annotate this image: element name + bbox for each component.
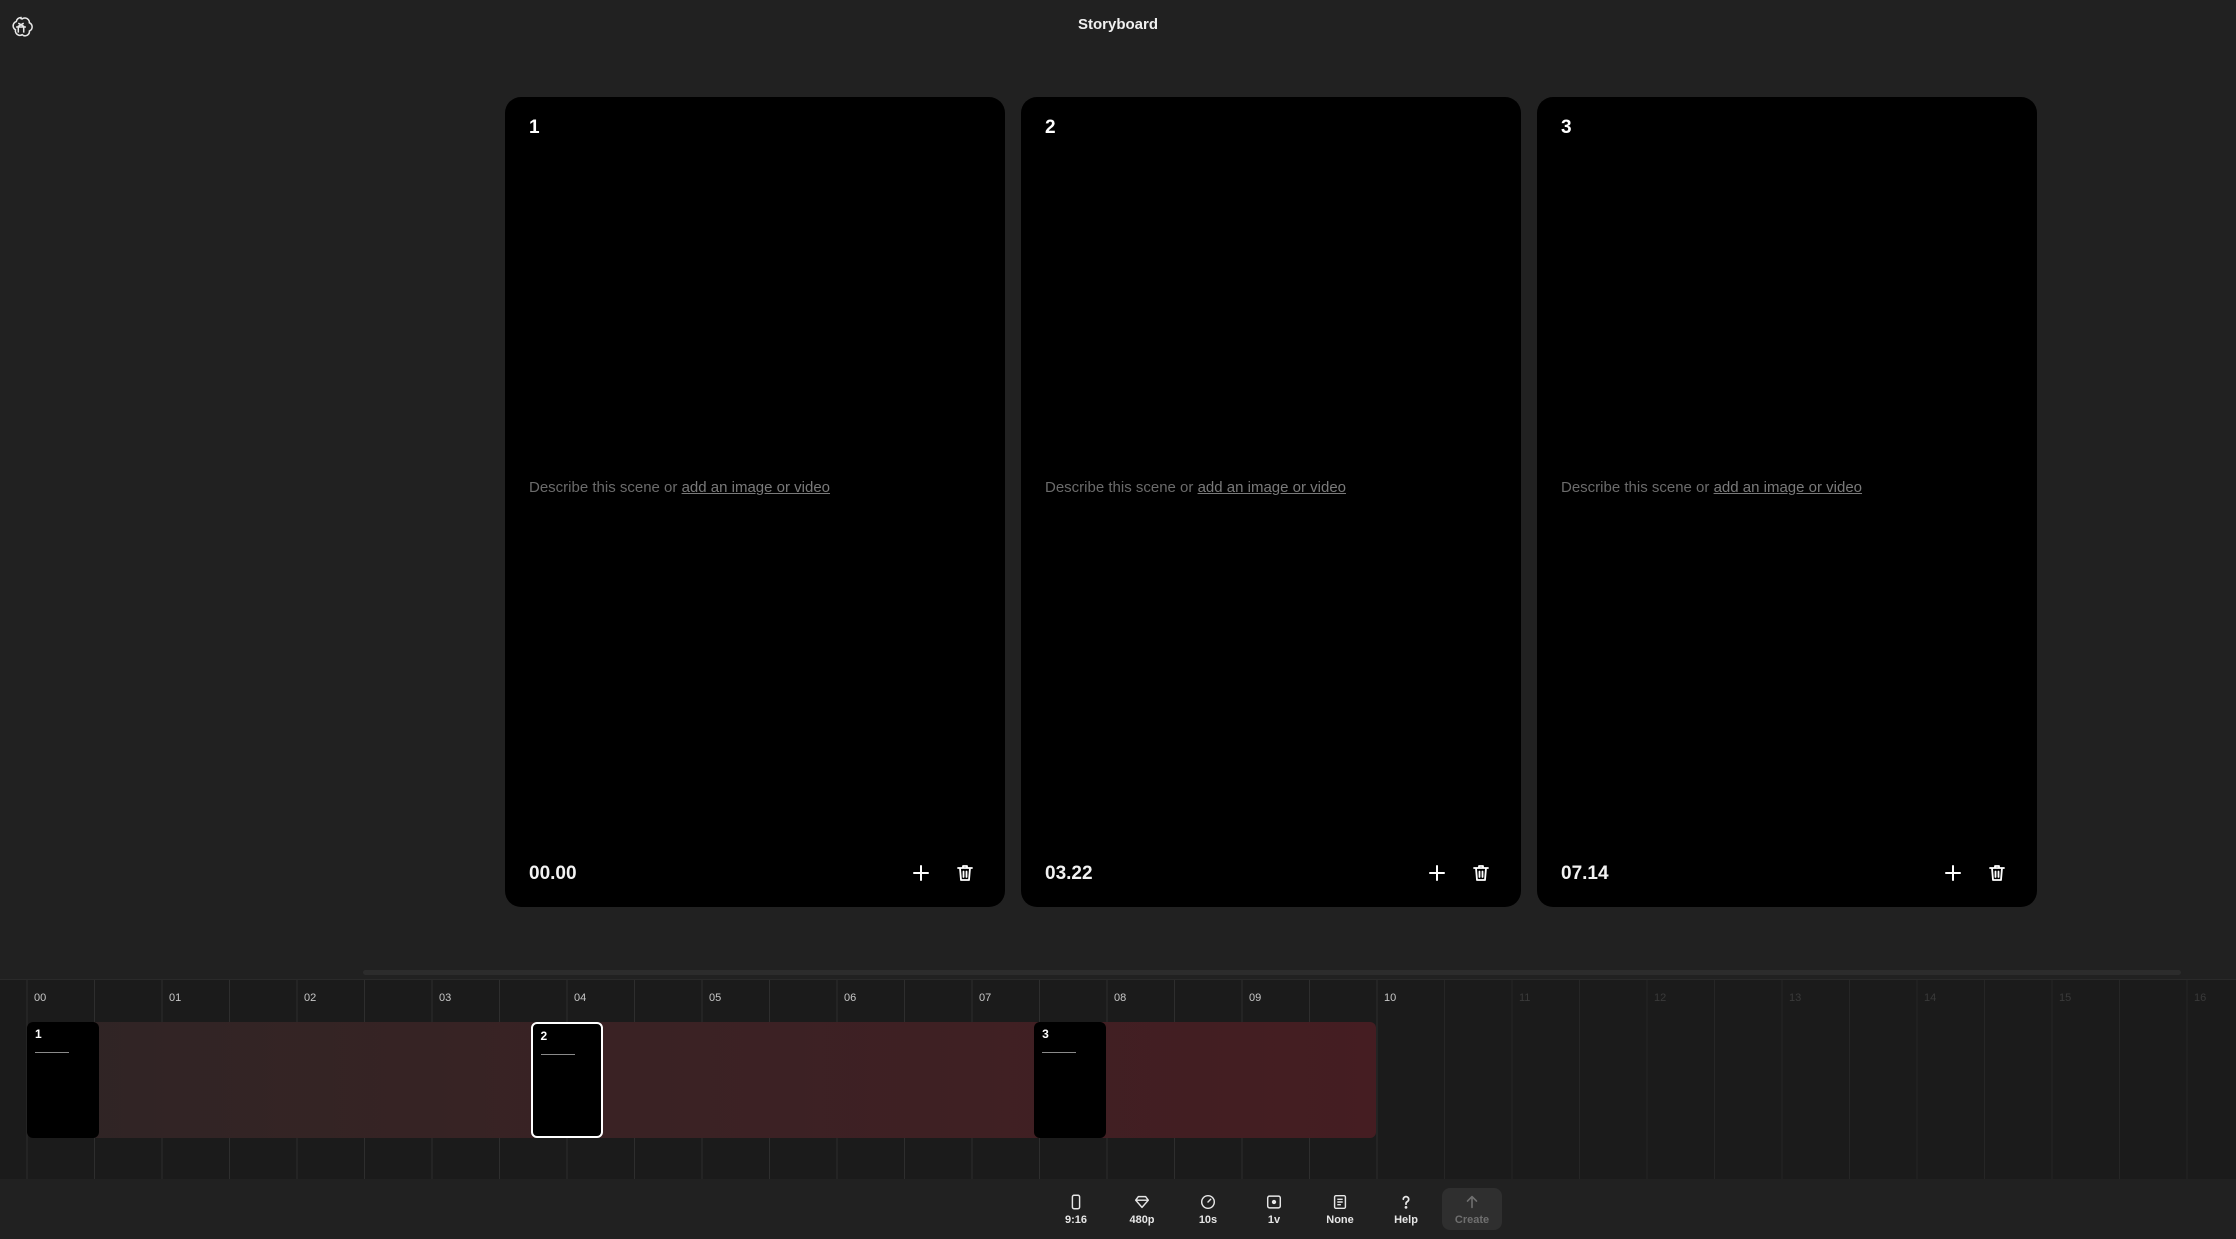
help-label: Help (1394, 1213, 1418, 1226)
delete-scene-button[interactable] (1983, 859, 2011, 887)
clip-caption-line (540, 1054, 575, 1055)
preset-button[interactable]: None (1310, 1188, 1370, 1230)
timeline-tick-label: 07 (979, 992, 992, 1004)
trash-icon (1473, 865, 1489, 881)
add-media-link[interactable]: add an image or video (1198, 479, 1346, 496)
scene-card-2[interactable]: 2 Describe this scene or add an image or… (1021, 97, 1521, 907)
timeline-tick-label: 12 (1654, 992, 1667, 1004)
timeline-tick-label: 05 (709, 992, 722, 1004)
timeline-clip[interactable]: 1 (27, 1022, 99, 1138)
add-scene-button[interactable] (1423, 859, 1451, 887)
scene-prompt[interactable]: Describe this scene or add an image or v… (529, 479, 830, 496)
scene-card-3[interactable]: 3 Describe this scene or add an image or… (1537, 97, 2037, 907)
duration-button[interactable]: 10s (1178, 1188, 1238, 1230)
clock-icon (1200, 1194, 1216, 1209)
timeline[interactable]: 00 01 02 03 04 05 06 07 08 09 10 11 12 13 14 15 16 123 (0, 979, 2236, 1179)
scene-cards: 1 Describe this scene or add an image or… (505, 97, 2037, 907)
timeline-tick-label: 14 (1924, 992, 1937, 1004)
clip-caption-line (1042, 1052, 1077, 1053)
resolution-button[interactable]: 480p (1112, 1188, 1172, 1230)
clip-number: 1 (35, 1027, 42, 1041)
aspect-ratio-label: 9:16 (1064, 1213, 1088, 1226)
trash-icon (1989, 865, 2005, 881)
variations-button[interactable]: 1v (1244, 1188, 1304, 1230)
scene-time: 07.14 (1561, 863, 1609, 884)
scene-number: 1 (529, 117, 540, 138)
variations-icon (1266, 1194, 1282, 1209)
timeline-tick-label: 10 (1384, 992, 1397, 1004)
scene-prompt[interactable]: Describe this scene or add an image or v… (1045, 479, 1346, 496)
scene-number: 3 (1561, 117, 1572, 138)
timeline-tick-label: 09 (1249, 992, 1262, 1004)
clip-number: 2 (540, 1029, 548, 1043)
question-mark-icon (1402, 1195, 1410, 1209)
bottom-toolbar: 9:16 480p 10s 1v None Help Create (1046, 1188, 1502, 1232)
delete-scene-button[interactable] (951, 859, 979, 887)
add-scene-button[interactable] (1939, 859, 1967, 887)
scene-prompt-text: Describe this scene or (529, 479, 682, 496)
scene-number: 2 (1045, 117, 1056, 138)
timeline-clip[interactable]: 2 (530, 1022, 603, 1138)
aspect-ratio-button[interactable]: 9:16 (1046, 1188, 1106, 1230)
diamond-icon (1134, 1195, 1150, 1208)
add-media-link[interactable]: add an image or video (1714, 479, 1862, 496)
timeline-tick-label: 13 (1789, 992, 1802, 1004)
timeline-clip[interactable]: 3 (1034, 1022, 1107, 1138)
document-icon (1333, 1194, 1347, 1209)
resolution-label: 480p (1129, 1213, 1155, 1226)
storyboard-app: Storyboard 1 Describe this scene or add … (0, 0, 2236, 1239)
scene-prompt[interactable]: Describe this scene or add an image or v… (1561, 479, 1862, 496)
phone-icon (1071, 1194, 1081, 1209)
preset-label: None (1326, 1213, 1354, 1226)
timeline-tick-label: 00 (34, 992, 47, 1004)
help-button[interactable]: Help (1376, 1188, 1436, 1230)
trash-icon (957, 865, 973, 881)
timeline-tick-label: 16 (2194, 992, 2207, 1004)
timeline-tick-label: 04 (574, 992, 587, 1004)
plus-icon (1429, 865, 1445, 881)
clip-caption-line (35, 1052, 69, 1053)
scene-card-1[interactable]: 1 Describe this scene or add an image or… (505, 97, 1005, 907)
timeline-tick-label: 08 (1114, 992, 1127, 1004)
add-scene-button[interactable] (907, 859, 935, 887)
scene-time: 03.22 (1045, 863, 1093, 884)
scene-prompt-text: Describe this scene or (1561, 479, 1714, 496)
create-label: Create (1454, 1213, 1490, 1226)
arrow-up-icon (1466, 1195, 1478, 1208)
duration-label: 10s (1198, 1213, 1218, 1226)
horizontal-scrollbar[interactable] (363, 970, 2181, 975)
timeline-tick-label: 02 (304, 992, 317, 1004)
timeline-tick-label: 01 (169, 992, 182, 1004)
timeline-track[interactable] (27, 1022, 1376, 1138)
timeline-tick-label: 03 (439, 992, 452, 1004)
variations-label: 1v (1267, 1213, 1281, 1226)
page-title: Storyboard (1077, 16, 1158, 33)
clip-number: 3 (1042, 1027, 1049, 1041)
plus-icon (1945, 865, 1961, 881)
add-media-link[interactable]: add an image or video (682, 479, 830, 496)
delete-scene-button[interactable] (1467, 859, 1495, 887)
create-button[interactable]: Create (1442, 1188, 1502, 1230)
timeline-tick-label: 06 (844, 992, 857, 1004)
timeline-tick-label: 15 (2059, 992, 2072, 1004)
scene-prompt-text: Describe this scene or (1045, 479, 1198, 496)
plus-icon (913, 865, 929, 881)
scene-time: 00.00 (529, 863, 577, 884)
timeline-tick-label: 11 (1519, 992, 1531, 1004)
